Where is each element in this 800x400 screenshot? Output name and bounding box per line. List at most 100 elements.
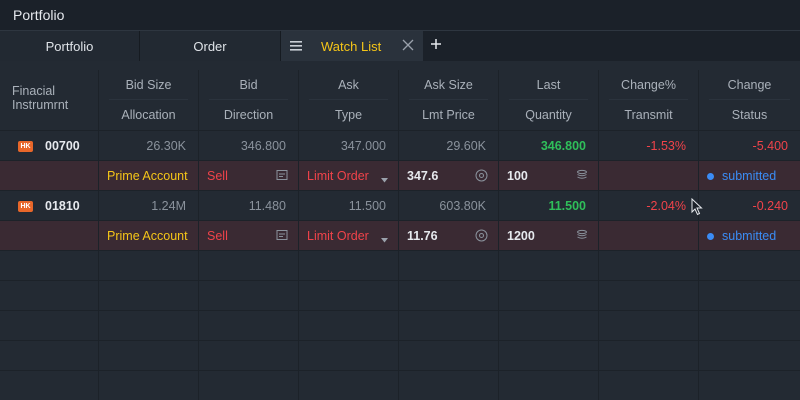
lmt-price-value: 347.6 [407, 169, 439, 183]
order-row[interactable]: Prime Account Sell Limit Order 11.76 120… [0, 221, 800, 251]
empty-row [0, 281, 800, 311]
column-header-instrument[interactable]: Finacial Instrumrnt [0, 70, 99, 130]
column-header-bid[interactable]: Bid Direction [199, 70, 299, 130]
allocation-value: Prime Account [107, 169, 188, 183]
target-icon[interactable] [475, 169, 488, 185]
status-value: submitted [722, 169, 777, 183]
empty-cell [0, 251, 99, 281]
empty-cell [699, 341, 800, 371]
column-label-top: Change [709, 70, 790, 100]
ask-cell: 347.000 [299, 131, 399, 161]
column-header-last[interactable]: Last Quantity [499, 70, 599, 130]
allocation-cell[interactable]: Prime Account [99, 161, 199, 191]
hk-badge: HK [18, 140, 33, 152]
target-icon[interactable] [475, 229, 488, 245]
menu-icon[interactable] [281, 41, 311, 51]
empty-cell [0, 311, 99, 341]
empty-cell [499, 311, 599, 341]
empty-cell [99, 371, 199, 400]
direction-cell[interactable]: Sell [199, 161, 299, 191]
transmit-cell[interactable] [599, 161, 699, 191]
tab-watch-list[interactable]: Watch List [281, 31, 423, 61]
status-cell: submitted [699, 221, 800, 251]
column-header-bid-size[interactable]: Bid Size Allocation [99, 70, 199, 130]
empty-cell [399, 371, 499, 400]
bid-size-cell: 1.24M [99, 191, 199, 221]
empty-cell [599, 251, 699, 281]
empty-cell [399, 281, 499, 311]
quantity-input[interactable]: 1200 [499, 221, 599, 251]
calendar-icon[interactable] [276, 229, 288, 244]
direction-cell[interactable]: Sell [199, 221, 299, 251]
tab-label: Watch List [321, 38, 382, 54]
column-header-change-pct[interactable]: Change% Transmit [599, 70, 699, 130]
calendar-icon[interactable] [276, 169, 288, 184]
empty-cell [99, 251, 199, 281]
empty-cell [299, 311, 399, 341]
instrument-code: 00700 [45, 139, 80, 153]
empty-cell [299, 371, 399, 400]
ask-cell: 11.500 [299, 191, 399, 221]
column-label-top: Ask [309, 70, 388, 100]
close-icon[interactable] [401, 38, 415, 52]
hk-badge: HK [18, 200, 33, 212]
empty-cell [0, 341, 99, 371]
tab-order[interactable]: Order [140, 31, 281, 61]
empty-cell [0, 371, 99, 400]
column-header-change[interactable]: Change Status [699, 70, 800, 130]
order-row[interactable]: Prime Account Sell Limit Order 347.6 100… [0, 161, 800, 191]
column-header-ask[interactable]: Ask Type [299, 70, 399, 130]
column-label-bottom: Allocation [121, 108, 176, 122]
mouse-cursor [691, 197, 703, 221]
bid-cell: 11.480 [199, 191, 299, 221]
empty-cell [99, 311, 199, 341]
order-spacer-cell [0, 161, 99, 191]
last-cell: 11.500 [499, 191, 599, 221]
instrument-cell[interactable]: HK 00700 [0, 131, 99, 161]
status-dot [707, 232, 714, 240]
allocation-value: Prime Account [107, 229, 188, 243]
empty-cell [199, 341, 299, 371]
window-title-bar: Portfolio [0, 0, 800, 30]
direction-value: Sell [207, 229, 228, 243]
bid-size-cell: 26.30K [99, 131, 199, 161]
lmt-price-input[interactable]: 347.6 [399, 161, 499, 191]
empty-cell [399, 311, 499, 341]
empty-cell [699, 251, 800, 281]
column-label-bottom: Lmt Price [422, 108, 475, 122]
quantity-value: 1200 [507, 229, 535, 243]
empty-cell [199, 311, 299, 341]
table-header: Finacial Instrumrnt Bid Size Allocation … [0, 70, 800, 131]
transmit-cell[interactable] [599, 221, 699, 251]
stack-icon[interactable] [576, 229, 588, 244]
empty-row [0, 341, 800, 371]
instrument-code: 01810 [45, 199, 80, 213]
empty-cell [599, 281, 699, 311]
column-label-bottom: Direction [223, 108, 274, 122]
allocation-cell[interactable]: Prime Account [99, 221, 199, 251]
order-type-select[interactable]: Limit Order [299, 221, 399, 251]
add-tab-button[interactable] [423, 31, 449, 61]
empty-cell [399, 251, 499, 281]
empty-cell [599, 341, 699, 371]
quantity-input[interactable]: 100 [499, 161, 599, 191]
empty-cell [199, 281, 299, 311]
column-label-bottom: Type [334, 108, 363, 122]
table-row[interactable]: HK 01810 1.24M 11.480 11.500 603.80K 11.… [0, 191, 800, 221]
tab-portfolio[interactable]: Portfolio [0, 31, 140, 61]
column-header-ask-size[interactable]: Ask Size Lmt Price [399, 70, 499, 130]
stack-icon[interactable] [576, 169, 588, 184]
lmt-price-input[interactable]: 11.76 [399, 221, 499, 251]
column-label-top: Bid [209, 70, 288, 100]
column-label-bottom: Status [731, 108, 768, 122]
column-label-bottom: Quantity [525, 108, 572, 122]
instrument-cell[interactable]: HK 01810 [0, 191, 99, 221]
empty-cell [199, 371, 299, 400]
empty-cell [599, 371, 699, 400]
direction-value: Sell [207, 169, 228, 183]
order-type-select[interactable]: Limit Order [299, 161, 399, 191]
column-label-top: Last [509, 70, 588, 100]
change-cell: -0.240 [752, 199, 788, 213]
empty-cell [0, 281, 99, 311]
table-row[interactable]: HK 00700 26.30K 346.800 347.000 29.60K 3… [0, 131, 800, 161]
